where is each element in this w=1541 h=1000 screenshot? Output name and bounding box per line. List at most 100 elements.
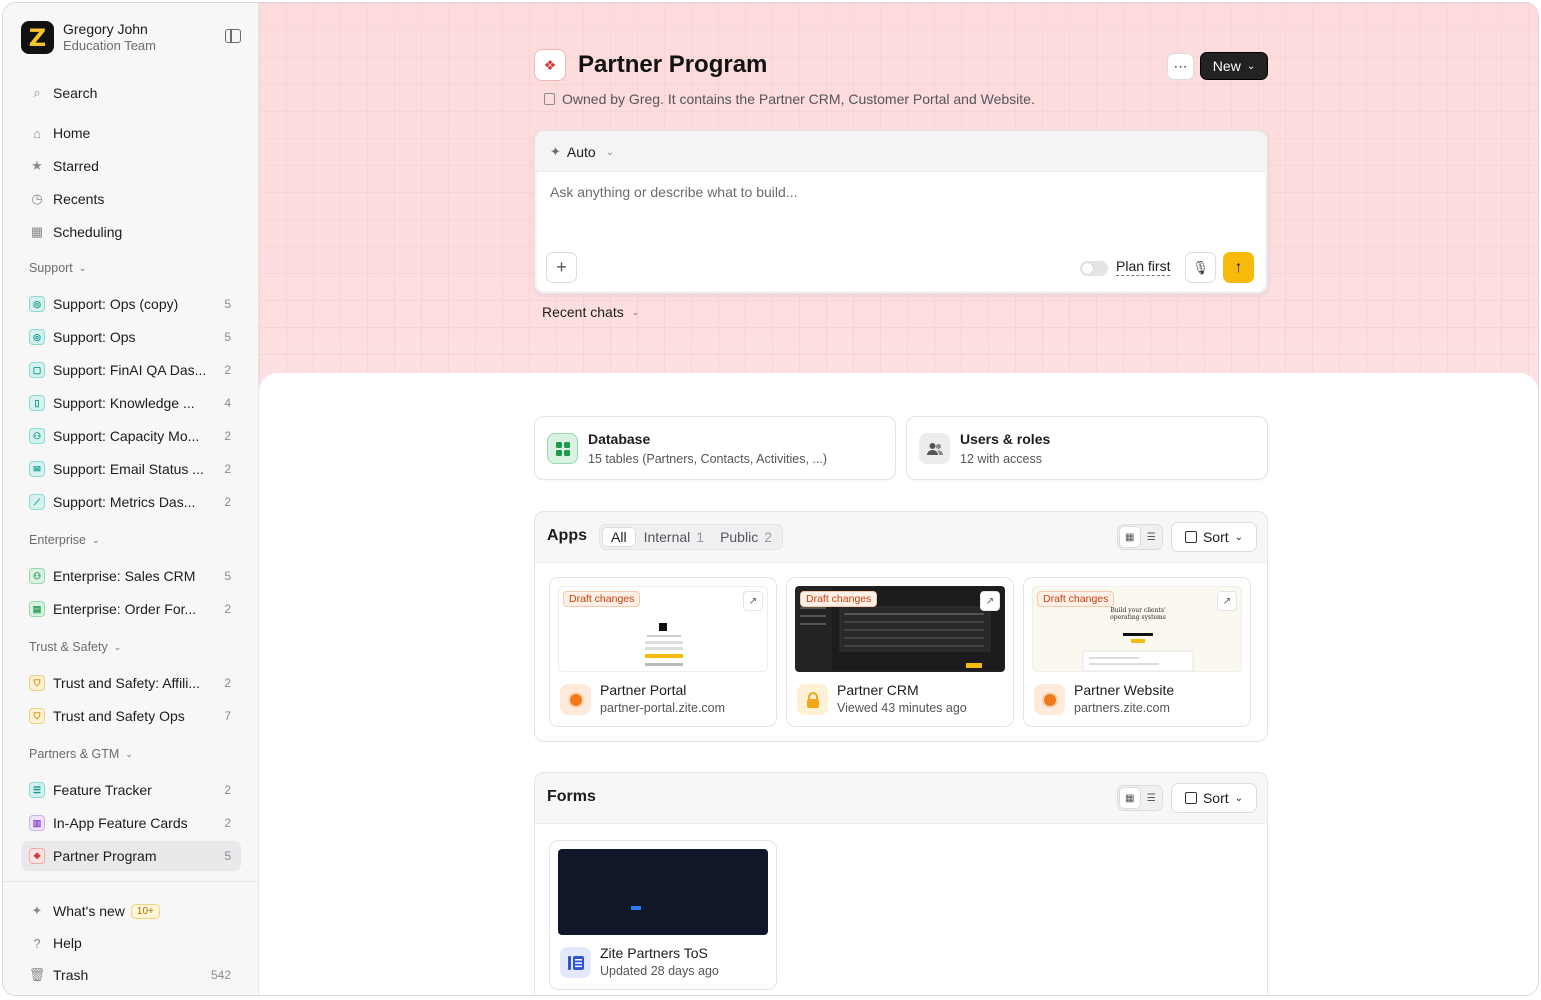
app-subtitle: partner-portal.zite.com xyxy=(600,701,726,715)
draft-badge: Draft changes xyxy=(1037,591,1115,607)
sidebar-item-label: Support: Knowledge ... xyxy=(53,395,195,411)
mode-selector[interactable]: ✦ Auto ⌄ xyxy=(550,144,614,160)
tab-count: 1 xyxy=(696,529,705,545)
sidebar-item-app[interactable]: ◎ Support: Ops 5 xyxy=(21,322,241,352)
database-subtitle: 15 tables (Partners, Contacts, Activitie… xyxy=(588,452,827,466)
sidebar-item-app[interactable]: ⟋ Support: Metrics Das... 2 xyxy=(21,487,241,517)
globe-icon xyxy=(560,684,591,715)
app-card-partner-portal[interactable]: Draft changes ↗ Partner Portal partner-p… xyxy=(549,577,777,727)
list-view-icon[interactable]: ☰ xyxy=(1141,793,1162,804)
sidebar-item-label: Enterprise: Order For... xyxy=(53,601,197,617)
apps-grid: Draft changes ↗ Partner Portal partner-p… xyxy=(535,562,1267,741)
tab-all[interactable]: All xyxy=(602,527,636,547)
app-card-partner-website[interactable]: Draft changes ↗ Build your clients' oper… xyxy=(1023,577,1251,727)
workspace-switcher[interactable]: Z Gregory John Education Team xyxy=(21,21,241,54)
sidebar-item-app[interactable]: ▥ In-App Feature Cards 2 xyxy=(21,808,241,838)
sidebar-item-app[interactable]: ✉ Support: Email Status ... 2 xyxy=(21,454,241,484)
sidebar-item-count: 2 xyxy=(224,816,231,830)
sidebar-item-count: 7 xyxy=(224,709,231,723)
sidebar-item-label: Partner Program xyxy=(53,848,157,864)
list-icon: ☰ xyxy=(29,782,45,798)
new-button-label: New xyxy=(1212,58,1241,74)
external-link-icon[interactable]: ↗ xyxy=(1217,591,1237,611)
sidebar-item-app[interactable]: ☰ Feature Tracker 2 xyxy=(21,775,241,805)
send-button[interactable]: ↑ xyxy=(1223,252,1254,283)
app-name: Partner Website xyxy=(1074,682,1175,698)
chevron-down-icon: ⌄ xyxy=(113,641,122,652)
sidebar-item-count: 2 xyxy=(224,462,231,476)
more-options-button[interactable]: ⋯ xyxy=(1167,53,1194,80)
calendar-icon: ▦ xyxy=(30,224,44,239)
sidebar-item-help[interactable]: ? Help xyxy=(21,928,241,958)
sidebar-item-app[interactable]: ◎ Support: Ops (copy) 5 xyxy=(21,289,241,319)
group-title: Enterprise xyxy=(29,533,86,547)
sidebar-item-app[interactable]: ▤ Enterprise: Order For... 2 xyxy=(21,594,241,624)
attach-button[interactable]: + xyxy=(546,252,577,283)
sidebar-item-label: Trust and Safety: Affili... xyxy=(53,675,201,691)
users-roles-card[interactable]: Users & roles 12 with access xyxy=(906,416,1268,480)
grid-view-icon[interactable]: ▦ xyxy=(1119,526,1141,548)
sidebar-toggle-icon[interactable] xyxy=(225,29,241,43)
app-thumbnail: Draft changes ↗ xyxy=(558,586,768,672)
new-button[interactable]: New ⌄ xyxy=(1200,52,1268,80)
apps-filter-tabs: All Internal 1 Public 2 xyxy=(599,524,783,550)
sidebar-search[interactable]: ⌕ Search xyxy=(21,78,241,108)
sidebar-item-recents[interactable]: ◷ Recents xyxy=(21,184,241,214)
sidebar-item-app[interactable]: ▢ Support: FinAI QA Das... 2 xyxy=(21,355,241,385)
group-header-enterprise[interactable]: Enterprise ⌄ xyxy=(29,533,100,547)
form-card-zite-partners-tos[interactable]: Zite Partners ToS Updated 28 days ago xyxy=(549,840,777,990)
sidebar-item-scheduling[interactable]: ▦ Scheduling xyxy=(21,217,241,247)
sidebar-item-whats-new[interactable]: ✦ What's new 10+ xyxy=(21,896,241,926)
grid-view-icon[interactable]: ▦ xyxy=(1119,787,1141,809)
apps-sort-button[interactable]: Sort ⌄ xyxy=(1171,522,1257,552)
recent-chats-toggle[interactable]: Recent chats ⌄ xyxy=(542,304,639,320)
sidebar-item-label: Support: Ops xyxy=(53,329,136,345)
form-icon xyxy=(560,947,591,978)
handshake-icon: ❖ xyxy=(534,49,566,81)
app-name: Partner Portal xyxy=(600,682,687,698)
app-subtitle: Viewed 43 minutes ago xyxy=(837,701,967,715)
sidebar-item-label: Feature Tracker xyxy=(53,782,152,798)
microphone-button[interactable]: 🎙 xyxy=(1185,252,1216,283)
database-card[interactable]: Database 15 tables (Partners, Contacts, … xyxy=(534,416,896,480)
group-header-trust-safety[interactable]: Trust & Safety ⌄ xyxy=(29,640,121,654)
form-subtitle: Updated 28 days ago xyxy=(600,964,719,978)
sidebar-item-starred[interactable]: ★ Starred xyxy=(21,151,241,181)
chevron-down-icon: ⌄ xyxy=(91,534,100,545)
group-header-support[interactable]: Support ⌄ xyxy=(29,261,86,275)
sidebar-item-app[interactable]: ⚇ Support: Capacity Mo... 2 xyxy=(21,421,241,451)
chevron-down-icon: ⌄ xyxy=(78,262,87,273)
sidebar-item-partner-program[interactable]: ❖ Partner Program 5 xyxy=(21,841,241,871)
tab-internal[interactable]: Internal 1 xyxy=(636,527,713,547)
users-icon: ⚇ xyxy=(29,568,45,584)
tab-public[interactable]: Public 2 xyxy=(712,527,780,547)
sidebar-item-app[interactable]: ⛉ Trust and Safety Ops 7 xyxy=(21,701,241,731)
forms-sort-button[interactable]: Sort ⌄ xyxy=(1171,783,1257,813)
external-link-icon[interactable]: ↗ xyxy=(743,591,763,611)
plan-first-toggle[interactable] xyxy=(1080,261,1108,276)
sort-label: Sort xyxy=(1202,790,1229,806)
home-icon: ⌂ xyxy=(33,125,41,141)
group-header-partners-gtm[interactable]: Partners & GTM ⌄ xyxy=(29,747,133,761)
sidebar-item-app[interactable]: ⛉ Trust and Safety: Affili... 2 xyxy=(21,668,241,698)
sidebar-footer: ✦ What's new 10+ ? Help 🗑 Trash 542 xyxy=(3,881,259,995)
page-header: ❖ Partner Program xyxy=(534,49,767,81)
sidebar-item-home[interactable]: ⌂ Home xyxy=(21,118,241,148)
external-link-icon[interactable]: ↗ xyxy=(980,591,1000,611)
list-view-icon[interactable]: ☰ xyxy=(1141,532,1162,543)
prompt-input[interactable]: Ask anything or describe what to build..… xyxy=(537,171,1265,291)
sidebar-item-label: What's new xyxy=(53,903,125,919)
view-switcher: ▦ ☰ xyxy=(1117,524,1163,550)
draft-badge: Draft changes xyxy=(563,591,641,607)
plan-first-label[interactable]: Plan first xyxy=(1116,258,1171,276)
app-card-partner-crm[interactable]: Draft changes ↗ Partner CRM Viewed 43 mi… xyxy=(786,577,1014,727)
app-thumbnail: Draft changes ↗ xyxy=(795,586,1005,672)
sidebar-item-app[interactable]: ▯ Support: Knowledge ... 4 xyxy=(21,388,241,418)
workspace-logo: Z xyxy=(21,21,54,54)
help-icon: ? xyxy=(33,935,41,951)
sidebar-item-app[interactable]: ⚇ Enterprise: Sales CRM 5 xyxy=(21,561,241,591)
sidebar-item-trash[interactable]: 🗑 Trash 542 xyxy=(21,960,241,990)
database-title: Database xyxy=(588,431,651,447)
cards-icon: ▥ xyxy=(29,815,45,831)
tab-label: Public xyxy=(720,529,759,545)
